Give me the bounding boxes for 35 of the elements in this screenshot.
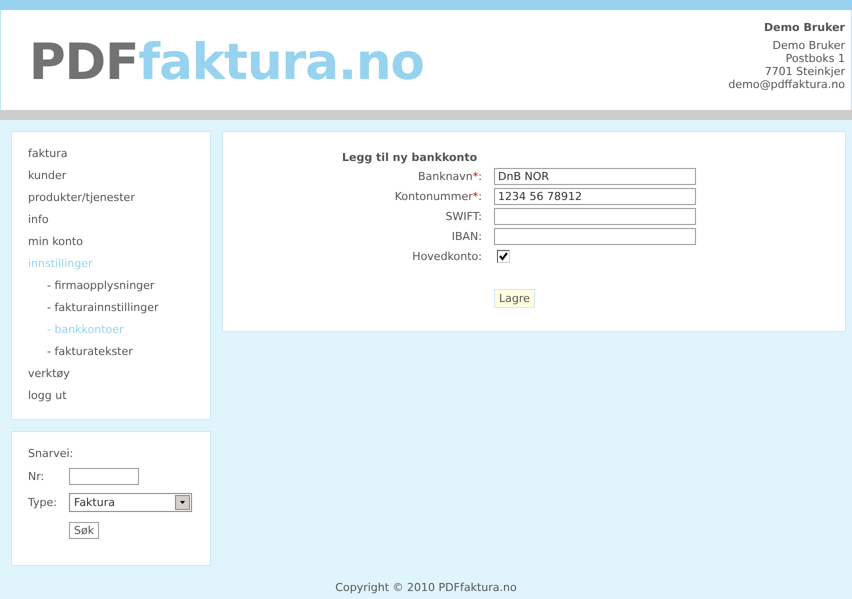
address-line: Demo Bruker	[772, 39, 845, 52]
type-dropdown[interactable]: Faktura	[69, 493, 192, 512]
field-label: Kontonummer*:	[394, 190, 483, 202]
nr-label: Nr:	[28, 470, 46, 483]
address-line: 7701 Steinkjer	[764, 65, 845, 78]
search-button[interactable]: Søk	[69, 522, 100, 539]
menu-item[interactable]: - fakturainnstillinger	[47, 297, 159, 319]
field-label: Banknavn*:	[416, 170, 483, 182]
menu-item[interactable]: - fakturatekster	[47, 341, 133, 363]
field-label: SWIFT:	[444, 210, 483, 222]
text-field[interactable]	[494, 228, 696, 244]
address-line: Postboks 1	[786, 52, 845, 65]
text-field[interactable]	[494, 208, 696, 224]
menu-item[interactable]: produkter/tjenester	[28, 187, 135, 209]
logo: PDFfaktura.no	[29, 37, 424, 87]
shortcut-title: Snarvei:	[28, 447, 74, 460]
text-field[interactable]: 1234 56 78912	[494, 188, 696, 204]
save-button[interactable]: Lagre	[494, 289, 535, 308]
menu-item[interactable]: kunder	[28, 165, 66, 187]
menu-item[interactable]: min konto	[28, 231, 83, 253]
menu-item[interactable]: - firmaopplysninger	[47, 275, 154, 297]
menu-item[interactable]: logg ut	[28, 385, 67, 407]
menu-item[interactable]: faktura	[28, 143, 68, 165]
text-field[interactable]: DnB NOR	[494, 168, 696, 184]
user-name: Demo Bruker	[764, 21, 845, 34]
field-label: Hovedkonto:	[411, 250, 483, 262]
field-label: IBAN:	[450, 230, 483, 242]
address-line: demo@pdffaktura.no	[728, 78, 845, 91]
nr-field[interactable]	[69, 468, 139, 485]
checkbox[interactable]	[497, 250, 510, 262]
menu-item[interactable]: info	[28, 209, 49, 231]
type-label: Type:	[28, 496, 58, 509]
menu-item[interactable]: verktøy	[28, 363, 70, 385]
form-title: Legg til ny bankkonto	[342, 151, 478, 164]
copyright: Copyright © 2010 PDFfaktura.no	[334, 581, 518, 594]
